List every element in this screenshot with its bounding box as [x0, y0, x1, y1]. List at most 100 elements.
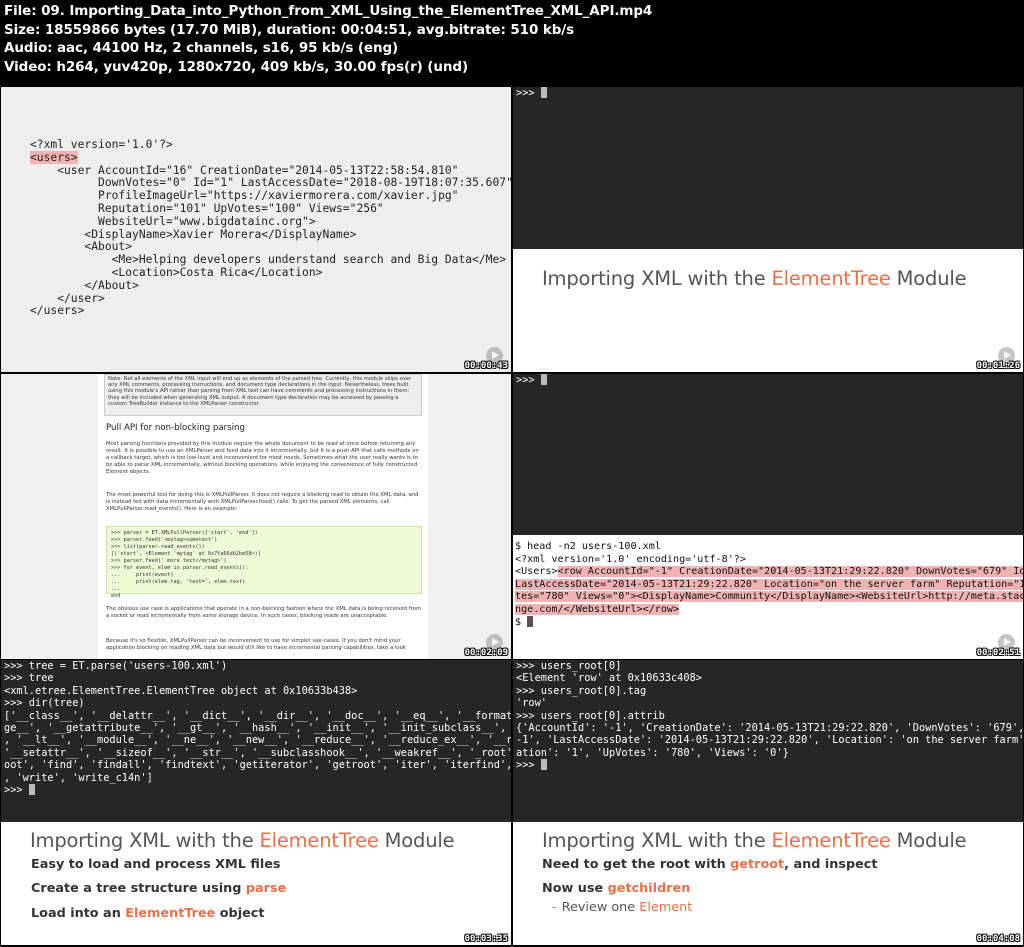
output-line-highlighted: <row AccountId="-1" CreationDate="2014-0… [557, 566, 1023, 577]
terminal-line: >>> tree = ET.parse('users-100.xml') [4, 660, 228, 672]
file-line: File: 09. Importing_Data_into_Python_fro… [4, 3, 653, 19]
terminal-line: ge__', '__getattribute__', '__gt__', '__… [4, 722, 511, 735]
output-line: <Users> [515, 566, 558, 577]
xml-line: <Location>Costa Rica</Location> [30, 265, 323, 279]
audio-line: Audio: aac, 44100 Hz, 2 channels, s16, 9… [4, 40, 399, 57]
terminal-line: ation': '1', 'UpVotes': '780', 'Views': … [516, 746, 789, 759]
terminal-prompt: >>> [516, 374, 541, 386]
terminal-prompt: >>> [516, 759, 541, 772]
terminal-line: oot', 'find', 'findall', 'findtext', 'ge… [4, 759, 511, 772]
slide-title-tail: Module [890, 829, 967, 852]
terminal-line: -1', 'LastAccessDate': '2014-05-13T21:29… [516, 734, 1023, 747]
bullet-text: Create a tree structure using [31, 881, 246, 896]
thumbnail-python-docs: Note: Not all elements of the XML input … [1, 374, 511, 659]
code-line: >>> parser.feed(' more text</mytag>') [111, 558, 227, 564]
video-line: Video: h264, yuv420p, 1280x720, 409 kb/s… [4, 58, 469, 75]
timestamp: 00:00:43 [464, 361, 508, 371]
sub-bullet-accent: Element [639, 900, 693, 915]
shell-command: $ head -n2 users-100.xml [515, 541, 661, 552]
cursor [28, 784, 35, 796]
slide-title-tail: Module [378, 829, 455, 852]
bullet-2: Now use getchildren [542, 881, 690, 896]
code-line: >>> parser.feed('<mytag>sometext') [111, 537, 218, 543]
sub-bullet: - Review one Element [552, 900, 692, 915]
bullet-text: Load into an [31, 906, 126, 921]
slide-title: Importing XML with the ElementTree Modul… [30, 829, 455, 852]
bullet-accent: getchildren [607, 881, 691, 896]
terminal-pane[interactable]: >>> users_root[0] <Element 'row' at 0x106… [513, 660, 1023, 822]
terminal-line: '__setattr__', '__sizeof__', '__str__', … [4, 746, 511, 759]
terminal-pane-bottom[interactable]: $ head -n2 users-100.xml <?xml version='1… [513, 535, 1023, 659]
terminal-prompt: >>> [516, 87, 541, 99]
slide-pane: Importing XML with the ElementTree Modul… [1, 822, 511, 945]
code-line: >>> list(parser.read_events()) [111, 544, 205, 550]
terminal-line: >>> dir(tree) [4, 697, 85, 710]
slide-title: Importing XML with the ElementTree Modul… [542, 829, 967, 852]
slide-title-text: Importing XML with the [30, 829, 260, 852]
bullet-2: Create a tree structure using parse [31, 881, 286, 896]
timestamp: 00:03:35 [464, 934, 508, 944]
xml-line: </About> [30, 278, 139, 292]
terminal-line: >>> users_root[0].tag [516, 684, 647, 697]
bullet-accent: getroot [730, 857, 785, 872]
code-line: ... print(event) [111, 572, 174, 578]
terminal-line: <xml.etree.ElementTree.ElementTree objec… [4, 684, 358, 697]
xml-code-block: <?xml version='1.0'?> <users> <user Accou… [30, 138, 511, 318]
thumbnail-parse-tree: >>> tree = ET.parse('users-100.xml') >>> … [1, 660, 511, 945]
sub-bullet-dash: - [552, 900, 557, 915]
slide-title-text: Importing XML with the [542, 829, 772, 852]
cursor [527, 616, 534, 627]
timestamp: 00:01:26 [976, 361, 1020, 371]
terminal-line: <Element 'row' at 0x10633c408> [516, 672, 702, 685]
code-line: >>> for event, elem in parser.read_event… [111, 565, 249, 571]
slide-title-accent: ElementTree [771, 829, 891, 852]
bullet-accent: parse [245, 881, 287, 896]
video-info-header: File: 09. Importing_Data_into_Python_fro… [0, 0, 1024, 86]
xml-line: </user> [30, 291, 105, 305]
xml-line: <?xml version='1.0'?> [30, 138, 173, 151]
slide-title-accent: ElementTree [259, 829, 379, 852]
terminal-pane[interactable]: >>> tree = ET.parse('users-100.xml') >>> … [1, 660, 511, 822]
timestamp: 00:02:09 [464, 648, 508, 658]
slide-title-accent: ElementTree [771, 267, 891, 290]
bullet-3: Load into an ElementTree object [31, 906, 265, 921]
docs-note-box: Note: Not all elements of the XML input … [104, 374, 422, 416]
timestamp: 00:04:08 [976, 934, 1020, 944]
bullet-text: Need to get the root with [542, 857, 731, 872]
size-line: Size: 18559866 bytes (17.70 MiB), durati… [4, 21, 575, 38]
xml-line-highlighted: <users> [30, 150, 78, 164]
terminal-pane[interactable]: >>> [513, 87, 1023, 249]
terminal-prompt: >>> [4, 784, 29, 797]
terminal-line: , 'write', 'write_c14n'] [4, 771, 153, 784]
terminal-pane-top[interactable]: >>> [513, 374, 1023, 535]
output-line-highlighted: LastAccessDate="2014-05-13T21:29:22.820"… [515, 578, 1023, 590]
thumbnail-head-command: >>> $ head -n2 users-100.xml <?xml versio… [513, 374, 1023, 659]
docs-paragraph: The most powerful tool for doing this is… [106, 492, 419, 513]
code-line: ... print(elem.tag, 'text=', elem.text) [111, 579, 246, 585]
docs-page: Note: Not all elements of the XML input … [98, 374, 428, 659]
bullet-1: Easy to load and process XML files [31, 857, 281, 872]
terminal-line: >>> users_root[0].attrib [516, 709, 665, 722]
slide-pane: Importing XML with the ElementTree Modul… [513, 822, 1023, 945]
cursor [540, 759, 547, 771]
terminal-line: >>> tree [4, 672, 54, 685]
code-line: >>> parser = ET.XMLPullParser(['start', … [111, 530, 258, 536]
bullet-text: Now use [542, 881, 608, 896]
terminal-line: {'AccountId': '-1', 'CreationDate': '201… [516, 722, 1023, 735]
code-line: [('start', <Element 'mytag' at 0x7fa66db… [111, 551, 261, 557]
output-line-highlighted: tes="780" Views="0"><DisplayName>Communi… [515, 591, 1023, 602]
output-line: <?xml version='1.0' encoding='utf-8'?> [515, 553, 746, 565]
slide-title-tail: Module [890, 267, 967, 290]
output-line-highlighted: nge.com/</WebsiteUrl></row> [515, 603, 680, 615]
code-line: end [111, 593, 121, 599]
docs-heading: Pull API for non-blocking parsing [106, 423, 245, 433]
slide-title: Importing XML with the ElementTree Modul… [542, 267, 967, 290]
docs-paragraph: Most parsing functions provided by this … [106, 441, 419, 476]
docs-paragraph: The obvious use case is applications tha… [106, 606, 422, 620]
cursor [540, 374, 547, 385]
thumbnail-xml-sample: <?xml version='1.0'?> <users> <user Accou… [1, 87, 511, 372]
terminal-line: 'row' [516, 697, 547, 710]
bullet-1: Need to get the root with getroot, and i… [542, 857, 878, 872]
slide-pane: Importing XML with the ElementTree Modul… [513, 249, 1023, 372]
xml-line: Reputation="101" UpVotes="100" Views="25… [30, 201, 384, 215]
